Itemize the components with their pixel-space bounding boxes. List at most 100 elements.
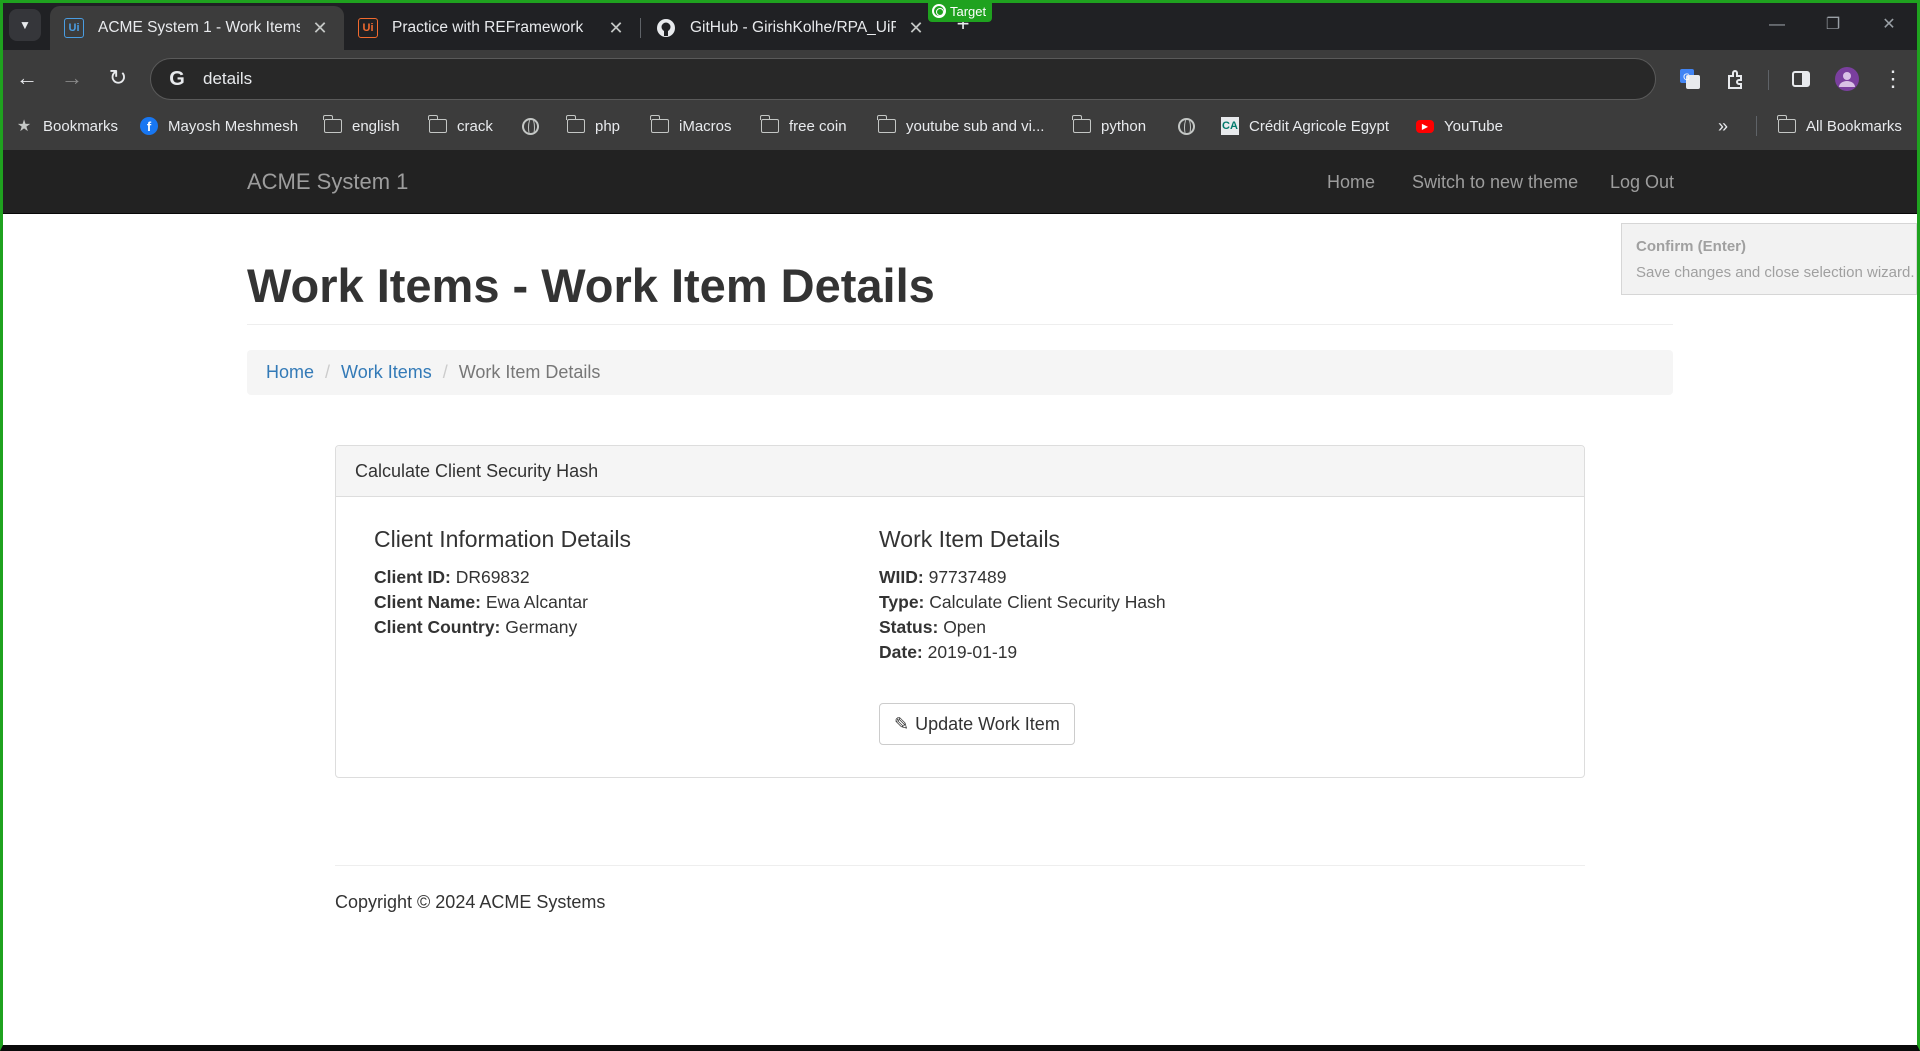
bookmark-folder-php[interactable]: php <box>566 108 620 144</box>
browser-tab-bar: ▼ Ui ACME System 1 - Work Items ✕ Ui Pra… <box>0 0 1920 50</box>
update-work-item-button[interactable]: ✎ Update Work Item <box>879 703 1075 745</box>
bookmark-label: Mayosh Meshmesh <box>168 117 299 135</box>
github-icon <box>656 18 676 38</box>
all-bookmarks-button[interactable]: All Bookmarks <box>1777 108 1902 144</box>
field-label: Client ID: <box>374 567 451 587</box>
bookmark-label: free coin <box>789 117 847 135</box>
close-icon[interactable]: ✕ <box>310 18 330 39</box>
status-field: Status: Open <box>879 615 1166 640</box>
breadcrumb-work-items[interactable]: Work Items <box>341 362 432 383</box>
bookmark-folder-free-coin[interactable]: free coin <box>760 108 847 144</box>
client-country-value: Germany <box>505 617 578 637</box>
field-label: WIID: <box>879 567 924 587</box>
tab-separator <box>640 18 641 38</box>
bookmark-label: YouTube <box>1444 117 1503 135</box>
status-value: Open <box>943 617 986 637</box>
youtube-icon: ▶ <box>1416 119 1434 133</box>
bookmark-label: crack <box>457 117 493 135</box>
pencil-icon: ✎ <box>894 713 910 734</box>
bookmark-folder-english[interactable]: english <box>323 108 400 144</box>
bookmark-folder-imacros[interactable]: iMacros <box>650 108 732 144</box>
type-value: Calculate Client Security Hash <box>929 592 1166 612</box>
bookmark-label: Bookmarks <box>43 117 119 135</box>
field-label: Client Country: <box>374 617 501 637</box>
page-title: Work Items - Work Item Details <box>247 259 935 312</box>
update-button-label: Update Work Item <box>915 713 1060 734</box>
navbar-brand[interactable]: ACME System 1 <box>247 169 408 195</box>
folder-icon <box>1072 115 1091 133</box>
window-close-button[interactable]: ✕ <box>1866 10 1912 40</box>
client-id-field: Client ID: DR69832 <box>374 565 631 590</box>
tab-reframework[interactable]: Ui Practice with REFramework ✕ <box>344 6 640 50</box>
bookmark-globe[interactable] <box>521 108 549 144</box>
breadcrumb: Home / Work Items / Work Item Details <box>247 350 1673 395</box>
address-input[interactable] <box>203 69 1603 89</box>
breadcrumb-separator: / <box>442 362 448 382</box>
bookmark-folder-crack[interactable]: crack <box>428 108 493 144</box>
uipath-icon: Ui <box>64 18 84 38</box>
field-label: Client Name: <box>374 592 481 612</box>
extensions-icon[interactable] <box>1721 64 1751 94</box>
client-country-field: Client Country: Germany <box>374 615 631 640</box>
folder-icon <box>566 115 585 133</box>
target-label: Target <box>950 3 987 19</box>
nav-link-switch-theme[interactable]: Switch to new theme <box>1412 172 1578 193</box>
side-panel-icon[interactable] <box>1786 64 1816 94</box>
bookmark-mayosh-meshmesh[interactable]: f Mayosh Meshmesh <box>140 108 298 144</box>
bookmarks-divider <box>1756 116 1757 136</box>
bookmark-credit-agricole[interactable]: CA Crédit Agricole Egypt <box>1221 108 1389 144</box>
bookmark-youtube[interactable]: ▶ YouTube <box>1416 108 1503 144</box>
folder-icon <box>760 115 779 133</box>
bookmark-folder-python[interactable]: python <box>1072 108 1147 144</box>
bookmark-label: english <box>352 117 400 135</box>
header-divider <box>247 324 1673 325</box>
target-icon <box>932 4 946 18</box>
tab-acme-work-items[interactable]: Ui ACME System 1 - Work Items ✕ <box>50 6 344 50</box>
nav-link-home[interactable]: Home <box>1327 172 1375 193</box>
field-label: Status: <box>879 617 939 637</box>
menu-icon[interactable]: ⋮ <box>1878 64 1908 94</box>
app-navbar: ACME System 1 Home Switch to new theme L… <box>0 150 1920 214</box>
close-icon[interactable]: ✕ <box>606 18 626 39</box>
folder-icon <box>428 115 447 133</box>
field-label: Date: <box>879 642 923 662</box>
close-icon[interactable]: ✕ <box>906 18 926 39</box>
date-value: 2019-01-19 <box>927 642 1018 662</box>
reload-button[interactable]: ↻ <box>103 64 133 94</box>
client-info-section: Client Information Details Client ID: DR… <box>374 526 631 640</box>
bookmark-label: All Bookmarks <box>1806 117 1902 135</box>
work-item-section: Work Item Details WIID: 97737489 Type: C… <box>879 526 1166 665</box>
tab-github[interactable]: GitHub - GirishKolhe/RPA_UiPat ✕ <box>642 6 940 50</box>
folder-icon <box>650 115 669 133</box>
nav-link-log-out[interactable]: Log Out <box>1610 172 1674 193</box>
facebook-icon: f <box>140 117 158 135</box>
breadcrumb-home[interactable]: Home <box>266 362 314 383</box>
bookmarks-button[interactable]: ★ Bookmarks <box>15 108 118 144</box>
confirm-tooltip-title: Confirm (Enter) <box>1636 238 1746 255</box>
minimize-button[interactable]: — <box>1754 10 1800 40</box>
more-bookmarks-chevron-icon[interactable]: » <box>1718 108 1728 144</box>
forward-button[interactable]: → <box>57 64 87 94</box>
target-badge: Target <box>928 0 993 22</box>
globe-icon <box>1177 117 1195 135</box>
bookmarks-bar: ★ Bookmarks f Mayosh Meshmesh english cr… <box>0 108 1920 150</box>
browser-toolbar: ← → ↻ G G ⋮ <box>0 50 1920 108</box>
work-item-heading: Work Item Details <box>879 526 1061 552</box>
breadcrumb-current: Work Item Details <box>458 362 601 382</box>
wiid-field: WIID: 97737489 <box>879 565 1166 590</box>
chevron-down-icon: ▼ <box>19 18 31 32</box>
wiid-value: 97737489 <box>928 567 1007 587</box>
address-bar[interactable]: G <box>150 58 1656 100</box>
footer-divider <box>335 865 1585 866</box>
tab-search-button[interactable]: ▼ <box>9 9 41 41</box>
profile-avatar-icon[interactable] <box>1832 64 1862 94</box>
folder-icon <box>877 115 896 133</box>
bookmark-folder-youtube-sub[interactable]: youtube sub and vi... <box>877 108 1044 144</box>
type-field: Type: Calculate Client Security Hash <box>879 590 1166 615</box>
bookmark-globe-2[interactable] <box>1177 108 1205 144</box>
bookmark-label: python <box>1101 117 1147 135</box>
google-translate-icon[interactable]: G <box>1675 64 1705 94</box>
credit-agricole-icon: CA <box>1221 117 1239 135</box>
back-button[interactable]: ← <box>12 64 42 94</box>
restore-button[interactable]: ❐ <box>1810 10 1856 40</box>
